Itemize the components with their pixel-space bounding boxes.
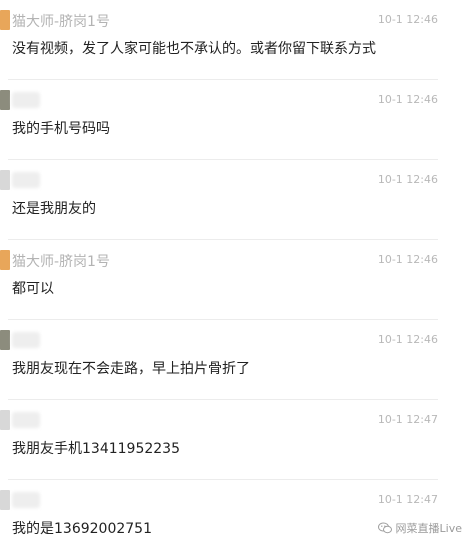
message-text: 还是我朋友的 xyxy=(12,201,96,217)
message-text: 我的是13692002751 xyxy=(12,521,152,537)
sender-name: 猫大师-脐岗1号 xyxy=(12,14,110,30)
avatar xyxy=(0,90,10,110)
message-text: 我朋友现在不会走路，早上拍片骨折了 xyxy=(12,361,250,377)
watermark-text: 网菜直播Live xyxy=(395,522,462,535)
avatar xyxy=(0,330,10,350)
chat-message: 10-1 12:46 还是我朋友的 xyxy=(0,160,474,240)
chat-message: 10-1 12:46 我的手机号码吗 xyxy=(0,80,474,160)
chat-message: 10-1 12:46 我朋友现在不会走路，早上拍片骨折了 xyxy=(0,320,474,400)
sender-name: 猫大师-脐岗1号 xyxy=(12,254,110,270)
message-timestamp: 10-1 12:46 xyxy=(377,173,438,186)
message-text: 没有视频，发了人家可能也不承认的。或者你留下联系方式 xyxy=(12,41,376,57)
chat-message: 猫大师-脐岗1号 10-1 12:46 没有视频，发了人家可能也不承认的。或者你… xyxy=(0,0,474,80)
message-timestamp: 10-1 12:46 xyxy=(377,13,438,26)
message-timestamp: 10-1 12:46 xyxy=(377,253,438,266)
message-timestamp: 10-1 12:47 xyxy=(377,413,438,426)
avatar xyxy=(0,410,10,430)
chat-message: 猫大师-脐岗1号 10-1 12:46 都可以 xyxy=(0,240,474,320)
avatar xyxy=(0,170,10,190)
chat-message-list: 猫大师-脐岗1号 10-1 12:46 没有视频，发了人家可能也不承认的。或者你… xyxy=(0,0,474,548)
blurred-sender-name xyxy=(12,92,40,108)
wechat-icon xyxy=(377,522,392,534)
blurred-sender-name xyxy=(12,172,40,188)
message-timestamp: 10-1 12:47 xyxy=(377,493,438,506)
message-timestamp: 10-1 12:46 xyxy=(377,333,438,346)
avatar xyxy=(0,10,10,30)
watermark: 网菜直播Live xyxy=(377,520,462,536)
message-text: 我朋友手机13411952235 xyxy=(12,441,180,457)
message-text: 我的手机号码吗 xyxy=(12,121,110,137)
blurred-sender-name xyxy=(12,492,40,508)
message-text: 都可以 xyxy=(12,281,54,297)
blurred-sender-name xyxy=(12,332,40,348)
chat-message: 10-1 12:47 我朋友手机13411952235 xyxy=(0,400,474,480)
blurred-sender-name xyxy=(12,412,40,428)
message-timestamp: 10-1 12:46 xyxy=(377,93,438,106)
avatar xyxy=(0,250,10,270)
avatar xyxy=(0,490,10,510)
